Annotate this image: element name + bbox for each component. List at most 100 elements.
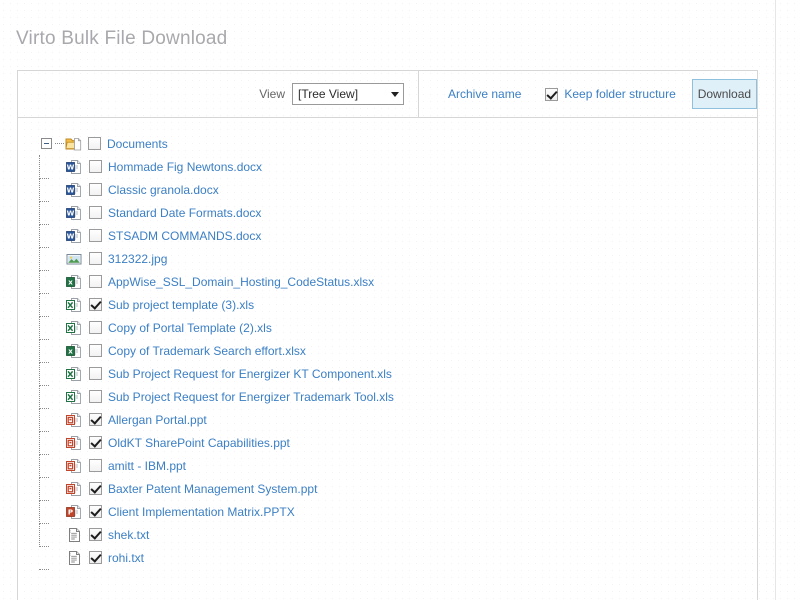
word-file-icon: W [66, 228, 83, 244]
collapse-icon[interactable] [41, 138, 52, 149]
toolbar: View [Tree View] Archive name Keep folde… [18, 71, 757, 118]
tree-node-label[interactable]: STSADM COMMANDS.docx [108, 229, 261, 243]
tree-children: W Hommade Fig Newtons.docx W Classic granol… [26, 154, 757, 570]
tree-node-label[interactable]: amitt - IBM.ppt [108, 459, 186, 473]
tree-node-label[interactable]: 312322.jpg [108, 252, 167, 266]
tree-node-label[interactable]: OldKT SharePoint Capabilities.ppt [108, 436, 290, 450]
tree-node-checkbox[interactable] [89, 321, 102, 334]
tree-node-label[interactable]: Standard Date Formats.docx [108, 206, 261, 220]
svg-text:P: P [68, 508, 73, 516]
tree-node-file[interactable]: Sub Project Request for Energizer Tradem… [26, 384, 757, 409]
tree-node-checkbox[interactable] [89, 298, 102, 311]
tree-node-label[interactable]: rohi.txt [108, 551, 144, 565]
tree-node-checkbox[interactable] [89, 505, 102, 518]
svg-text:W: W [67, 186, 75, 194]
chevron-down-icon [391, 91, 399, 97]
word-file-icon: W [66, 159, 83, 175]
excel-x-file-icon: x [66, 343, 83, 359]
tree-node-file[interactable]: W STSADM COMMANDS.docx [26, 223, 757, 248]
excel-file-icon [66, 366, 83, 382]
tree-node-file[interactable]: shek.txt [26, 522, 757, 547]
page-root: Virto Bulk File Download View [Tree View… [0, 0, 800, 600]
tree-node-label[interactable]: Allergan Portal.ppt [108, 413, 207, 427]
keep-folder-structure-label[interactable]: Keep folder structure [564, 87, 675, 101]
powerpoint-file-icon [66, 458, 83, 474]
tree-node-file[interactable]: Sub Project Request for Energizer KT Com… [26, 361, 757, 386]
tree-node-file[interactable]: P Client Implementation Matrix.PPTX [26, 499, 757, 524]
tree-node-file[interactable]: W Standard Date Formats.docx [26, 200, 757, 225]
tree-node-checkbox[interactable] [89, 390, 102, 403]
image-file-icon [66, 251, 83, 267]
tree-node-checkbox[interactable] [89, 344, 102, 357]
tree-node-file[interactable]: Copy of Portal Template (2).xls [26, 315, 757, 340]
tree-node-label[interactable]: Baxter Patent Management System.ppt [108, 482, 317, 496]
tree-node-checkbox[interactable] [89, 459, 102, 472]
tree-node-label[interactable]: Documents [107, 137, 168, 151]
page-title: Virto Bulk File Download [16, 28, 228, 49]
tree-node-file[interactable]: Baxter Patent Management System.ppt [26, 476, 757, 501]
tree-node-checkbox[interactable] [88, 137, 101, 150]
toolbar-options-group: Archive name Keep folder structure Downl… [419, 71, 757, 117]
tree-connector [55, 143, 64, 144]
view-mode-select[interactable]: [Tree View] [292, 83, 404, 105]
file-tree: Documents W Hommade Fig Newtons.docx W Clas… [18, 118, 757, 570]
tree-node-label[interactable]: Sub Project Request for Energizer Tradem… [108, 390, 394, 404]
tree-node-file[interactable]: x AppWise_SSL_Domain_Hosting_CodeStatus.x… [26, 269, 757, 294]
tree-node-file[interactable]: W Hommade Fig Newtons.docx [26, 154, 757, 179]
tree-node-file[interactable]: 312322.jpg [26, 246, 757, 271]
text-file-icon [66, 550, 83, 566]
tree-node-label[interactable]: shek.txt [108, 528, 149, 542]
excel-x-file-icon: x [66, 274, 83, 290]
tree-node-checkbox[interactable] [89, 436, 102, 449]
tree-node-checkbox[interactable] [89, 275, 102, 288]
keep-folder-structure-group: Keep folder structure [545, 87, 676, 101]
tree-node-file[interactable]: W Classic granola.docx [26, 177, 757, 202]
svg-text:W: W [67, 209, 75, 217]
folder-icon [65, 136, 82, 152]
tree-node-checkbox[interactable] [89, 206, 102, 219]
download-button[interactable]: Download [691, 79, 757, 109]
tree-node-label[interactable]: Hommade Fig Newtons.docx [108, 160, 262, 174]
tree-node-file[interactable]: x Copy of Trademark Search effort.xlsx [26, 338, 757, 363]
tree-node-checkbox[interactable] [89, 367, 102, 380]
tree-node-checkbox[interactable] [89, 413, 102, 426]
keep-folder-structure-checkbox[interactable] [545, 87, 559, 101]
word-file-icon: W [66, 182, 83, 198]
bulk-download-panel: View [Tree View] Archive name Keep folde… [17, 70, 758, 600]
tree-node-label[interactable]: Sub Project Request for Energizer KT Com… [108, 367, 392, 381]
svg-text:W: W [67, 163, 75, 171]
tree-node-checkbox[interactable] [89, 551, 102, 564]
page-right-rule [775, 0, 776, 600]
tree-node-checkbox[interactable] [89, 183, 102, 196]
tree-node-checkbox[interactable] [89, 482, 102, 495]
powerpoint-file-icon [66, 412, 83, 428]
tree-node-file[interactable]: Sub project template (3).xls [26, 292, 757, 317]
word-file-icon: W [66, 205, 83, 221]
view-mode-selected-value: [Tree View] [298, 87, 359, 101]
excel-file-icon [66, 320, 83, 336]
excel-file-icon [66, 297, 83, 313]
tree-node-label[interactable]: AppWise_SSL_Domain_Hosting_CodeStatus.xl… [108, 275, 374, 289]
tree-node-file[interactable]: Allergan Portal.ppt [26, 407, 757, 432]
tree-node-checkbox[interactable] [89, 160, 102, 173]
tree-node-label[interactable]: Sub project template (3).xls [108, 298, 254, 312]
excel-file-icon [66, 389, 83, 405]
view-label: View [259, 87, 285, 101]
tree-node-file[interactable]: rohi.txt [26, 545, 757, 570]
svg-text:x: x [68, 347, 73, 355]
archive-name-link[interactable]: Archive name [448, 87, 521, 101]
tree-node-label[interactable]: Classic granola.docx [108, 183, 219, 197]
powerpoint-x-file-icon: P [66, 504, 83, 520]
tree-node-checkbox[interactable] [89, 528, 102, 541]
tree-node-root[interactable]: Documents [26, 132, 757, 155]
tree-node-label[interactable]: Client Implementation Matrix.PPTX [108, 505, 295, 519]
tree-node-label[interactable]: Copy of Trademark Search effort.xlsx [108, 344, 306, 358]
tree-node-checkbox[interactable] [89, 229, 102, 242]
tree-node-file[interactable]: amitt - IBM.ppt [26, 453, 757, 478]
svg-text:W: W [67, 232, 75, 240]
powerpoint-file-icon [66, 481, 83, 497]
svg-text:x: x [68, 278, 73, 286]
tree-node-file[interactable]: OldKT SharePoint Capabilities.ppt [26, 430, 757, 455]
tree-node-label[interactable]: Copy of Portal Template (2).xls [108, 321, 272, 335]
tree-node-checkbox[interactable] [89, 252, 102, 265]
